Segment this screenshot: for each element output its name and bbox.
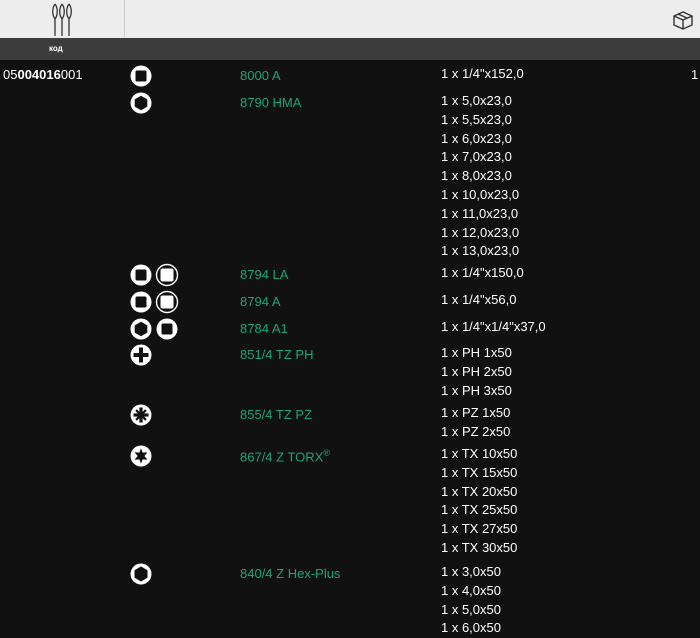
size-entry: 1 x TX 30x50 — [441, 539, 518, 555]
phillips-icon — [130, 344, 152, 366]
article-bold: 004016 — [17, 67, 61, 82]
product-code-link[interactable]: 867/4 Z TORX® — [240, 448, 330, 464]
screwdrivers-icon — [52, 3, 72, 36]
size-entry: 1 x PH 2x50 — [441, 363, 512, 379]
product-code-text[interactable]: 8794 LA — [240, 267, 288, 282]
size-entry: 1 x 5,5x23,0 — [441, 111, 512, 127]
square-drive-icon — [156, 318, 178, 340]
profile-icons — [129, 343, 153, 367]
profile-icons — [129, 91, 153, 115]
product-code-text[interactable]: 8000 A — [240, 68, 281, 83]
size-entry: 1 x TX 25x50 — [441, 502, 518, 518]
size-entry: 1 x 5,0x23,0 — [441, 93, 512, 108]
size-entry: 1 x 10,0x23,0 — [441, 186, 520, 202]
article-number: 05004016001 — [3, 67, 83, 82]
size-entry: 1 x 6,0x50 — [441, 620, 501, 636]
size-list: 1 x 1/4"x56,0 — [441, 291, 516, 310]
tools-logo-cell — [0, 0, 125, 38]
size-entry: 1 x 8,0x23,0 — [441, 168, 512, 184]
size-entry: 1 x TX 15x50 — [441, 464, 518, 480]
size-entry: 1 x PZ 2x50 — [441, 423, 511, 439]
size-entry: 1 x 5,0x50 — [441, 601, 501, 617]
size-list: 1 x 1/4"x150,0 — [441, 264, 524, 283]
product-code-text[interactable]: 867/4 Z TORX — [240, 449, 323, 464]
pozidriv-icon — [130, 404, 152, 426]
square-socket-icon — [155, 263, 179, 287]
product-code-text[interactable]: 855/4 TZ PZ — [240, 407, 312, 422]
code-column-label: код — [49, 44, 63, 53]
size-list: 1 x TX 10x50 1 x TX 15x50 1 x TX 20x50 1 x … — [441, 445, 517, 558]
profile-icons — [129, 263, 179, 287]
square-drive-icon — [130, 264, 152, 286]
registered-mark: ® — [323, 448, 330, 458]
size-entry: 1 x 3,0x50 — [441, 564, 501, 579]
product-code-text[interactable]: 8790 HMA — [240, 95, 301, 110]
hexagon-socket-icon — [130, 318, 152, 340]
product-code-link[interactable]: 855/4 TZ PZ — [240, 407, 312, 422]
size-list: 1 x 3,0x50 1 x 4,0x50 1 x 5,0x50 1 x 6,0x50 — [441, 563, 501, 638]
size-entry: 1 x 1/4"x150,0 — [441, 265, 524, 280]
product-code-link[interactable]: 8794 LA — [240, 267, 288, 282]
hexagon-socket-icon — [130, 92, 152, 114]
size-entry: 1 x PZ 1x50 — [441, 405, 511, 420]
product-code-text[interactable]: 8784 A1 — [240, 321, 288, 336]
square-socket-icon — [155, 290, 179, 314]
hex-plus-icon — [129, 562, 153, 586]
package-box-icon[interactable] — [672, 9, 694, 31]
product-code-link[interactable]: 851/4 TZ PH — [240, 347, 313, 362]
article-prefix: 05 — [3, 67, 18, 82]
size-entry: 1 x 1/4"x152,0 — [441, 66, 524, 81]
product-code-link[interactable]: 840/4 Z Hex-Plus — [240, 566, 340, 581]
square-drive-icon — [130, 291, 152, 313]
size-entry: 1 x 13,0x23,0 — [441, 243, 520, 259]
article-suffix: 001 — [60, 67, 83, 82]
size-list: 1 x PZ 1x50 1 x PZ 2x50 — [441, 404, 510, 442]
size-entry: 1 x 1/4"x1/4"x37,0 — [441, 319, 546, 334]
torx-icon — [130, 445, 152, 467]
profile-icons — [129, 317, 179, 341]
size-entry: 1 x PH 3x50 — [441, 382, 512, 398]
profile-icons — [129, 64, 153, 88]
size-entry: 1 x 11,0x23,0 — [441, 205, 519, 221]
size-list: 1 x PH 1x50 1 x PH 2x50 1 x PH 3x50 — [441, 344, 512, 400]
top-toolbar — [0, 0, 700, 38]
size-entry: 1 x 6,0x23,0 — [441, 130, 512, 146]
product-code-text[interactable]: 851/4 TZ PH — [240, 347, 313, 362]
size-entry: 1 x 1/4"x56,0 — [441, 292, 517, 307]
size-entry: 1 x 12,0x23,0 — [441, 224, 520, 240]
product-code-text[interactable]: 840/4 Z Hex-Plus — [240, 566, 340, 581]
column-header-bar — [0, 38, 700, 60]
total-quantity: 1 — [691, 67, 699, 82]
size-entry: 1 x TX 27x50 — [441, 521, 518, 537]
profile-icons — [129, 290, 179, 314]
size-entry: 1 x TX 20x50 — [441, 483, 518, 499]
size-list: 1 x 5,0x23,0 1 x 5,5x23,0 1 x 6,0x23,0 1 x … — [441, 92, 519, 261]
product-code-link[interactable]: 8784 A1 — [240, 321, 288, 336]
size-entry: 1 x PH 1x50 — [441, 345, 512, 360]
profile-icons — [129, 562, 153, 586]
product-code-text[interactable]: 8794 A — [240, 294, 281, 309]
product-code-link[interactable]: 8790 HMA — [240, 95, 301, 110]
profile-icons — [129, 444, 153, 468]
product-code-link[interactable]: 8000 A — [240, 68, 281, 83]
product-code-link[interactable]: 8794 A — [240, 294, 281, 309]
size-list: 1 x 1/4"x152,0 — [441, 65, 524, 84]
size-entry: 1 x TX 10x50 — [441, 446, 518, 461]
size-list: 1 x 1/4"x1/4"x37,0 — [441, 318, 546, 337]
profile-icons — [129, 403, 153, 427]
size-entry: 1 x 7,0x23,0 — [441, 149, 512, 165]
square-drive-icon — [130, 65, 152, 87]
size-entry: 1 x 4,0x50 — [441, 582, 501, 598]
